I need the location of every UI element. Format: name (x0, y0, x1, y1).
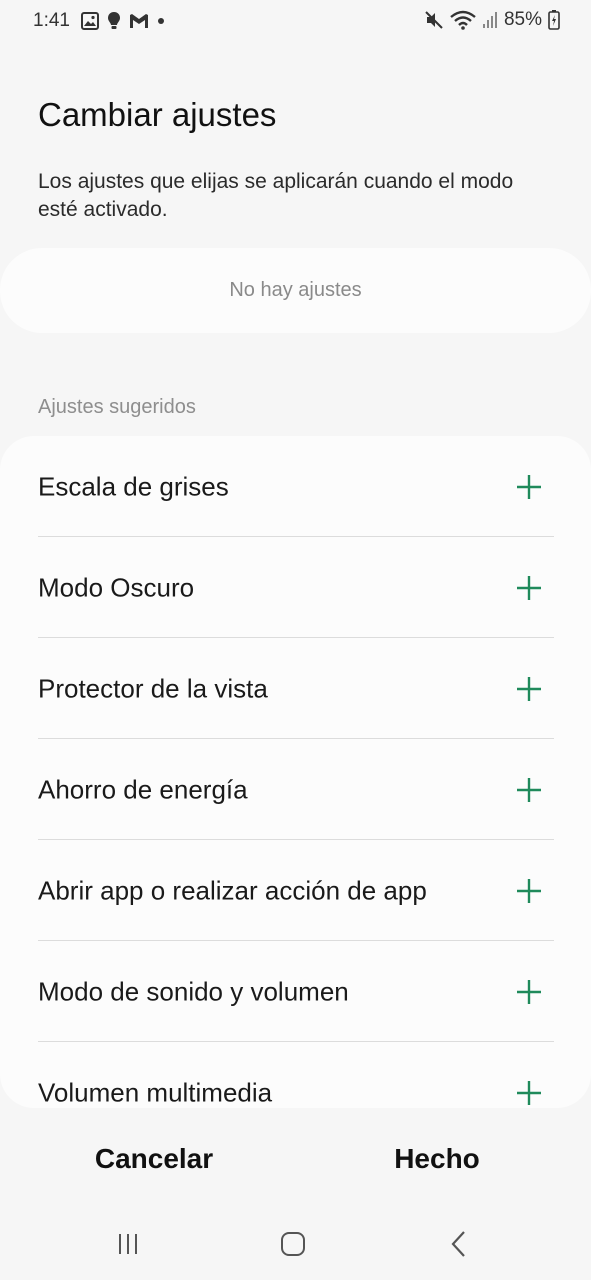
battery-text: 85% (503, 9, 542, 30)
navigation-bar (0, 1216, 591, 1272)
list-item-dark-mode[interactable]: Modo Oscuro (0, 537, 591, 638)
recent-apps-icon (119, 1234, 137, 1254)
page-title: Cambiar ajustes (38, 96, 277, 133)
wifi-icon (450, 10, 476, 30)
list-item-open-app[interactable]: Abrir app o realizar acción de app (0, 840, 591, 941)
list-item-sound-mode[interactable]: Modo de sonido y volumen (0, 941, 591, 1042)
dot-icon (157, 17, 165, 25)
plus-icon[interactable] (515, 473, 543, 501)
list-item-power-saving[interactable]: Ahorro de energía (0, 739, 591, 840)
suggested-settings-list: Escala de grises Modo Oscuro Protector d… (0, 436, 591, 1108)
empty-settings-text: No hay ajustes (229, 279, 362, 301)
list-item-label: Protector de la vista (38, 673, 268, 703)
bulb-icon (107, 11, 121, 31)
list-item-label: Modo Oscuro (38, 572, 195, 602)
gmail-icon (129, 13, 149, 29)
recent-apps-button[interactable] (108, 1228, 148, 1260)
list-item-eye-comfort[interactable]: Protector de la vista (0, 638, 591, 739)
home-button[interactable] (273, 1228, 313, 1260)
home-icon (281, 1232, 305, 1256)
back-icon (451, 1231, 465, 1257)
list-item-grayscale[interactable]: Escala de grises (0, 436, 591, 537)
bottom-actions: Cancelar Hecho (0, 1128, 591, 1190)
status-bar: 1:41 85% (0, 0, 591, 44)
done-button[interactable]: Hecho (337, 1128, 537, 1190)
status-time: 1:41 (33, 10, 70, 31)
list-item-media-volume[interactable]: Volumen multimedia (0, 1042, 591, 1108)
list-item-label: Volumen multimedia (38, 1077, 273, 1107)
list-item-label: Abrir app o realizar acción de app (38, 875, 427, 905)
plus-icon[interactable] (515, 574, 543, 602)
notification-icons (81, 11, 165, 31)
current-settings-card: No hay ajustes (0, 248, 591, 333)
plus-icon[interactable] (515, 776, 543, 804)
plus-icon[interactable] (515, 877, 543, 905)
plus-icon[interactable] (515, 978, 543, 1006)
back-button[interactable] (439, 1228, 479, 1260)
page-description: Los ajustes que elijas se aplicarán cuan… (38, 170, 514, 221)
list-item-label: Modo de sonido y volumen (38, 976, 349, 1006)
system-status: 85% (424, 9, 560, 31)
gallery-icon (81, 12, 99, 30)
list-item-label: Escala de grises (38, 471, 229, 501)
plus-icon[interactable] (515, 1079, 543, 1107)
signal-icon (482, 11, 498, 29)
list-item-label: Ahorro de energía (38, 774, 248, 804)
battery-icon (548, 10, 560, 30)
cancel-button[interactable]: Cancelar (54, 1128, 254, 1190)
suggested-settings-header: Ajustes sugeridos (38, 396, 196, 418)
mute-icon (424, 10, 444, 30)
plus-icon[interactable] (515, 675, 543, 703)
